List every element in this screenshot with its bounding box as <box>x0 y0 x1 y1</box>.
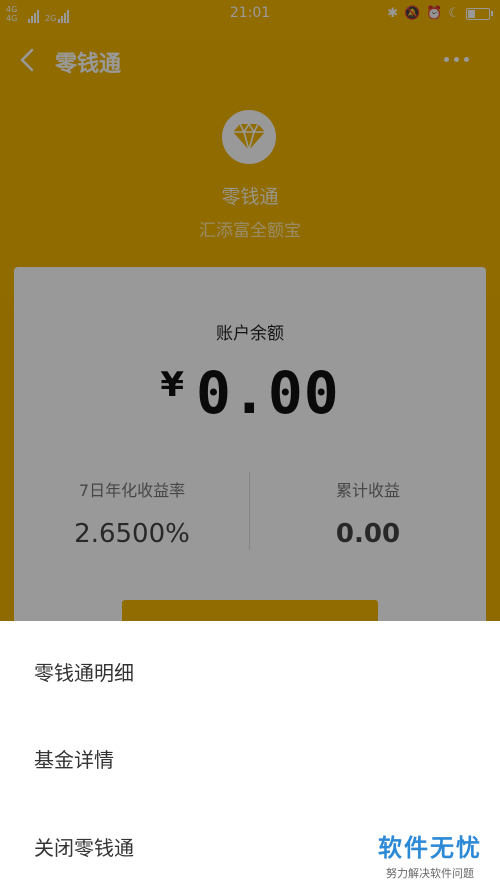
menu-item-fund-info[interactable]: 基金详情 <box>34 744 114 773</box>
watermark-subtitle: 努力解决软件问题 <box>386 867 474 880</box>
watermark: 软件无忧 努力解决软件问题 <box>378 828 482 881</box>
menu-item-details[interactable]: 零钱通明细 <box>34 657 134 686</box>
watermark-title: 软件无忧 <box>378 834 482 862</box>
menu-item-close[interactable]: 关闭零钱通 <box>34 832 134 861</box>
